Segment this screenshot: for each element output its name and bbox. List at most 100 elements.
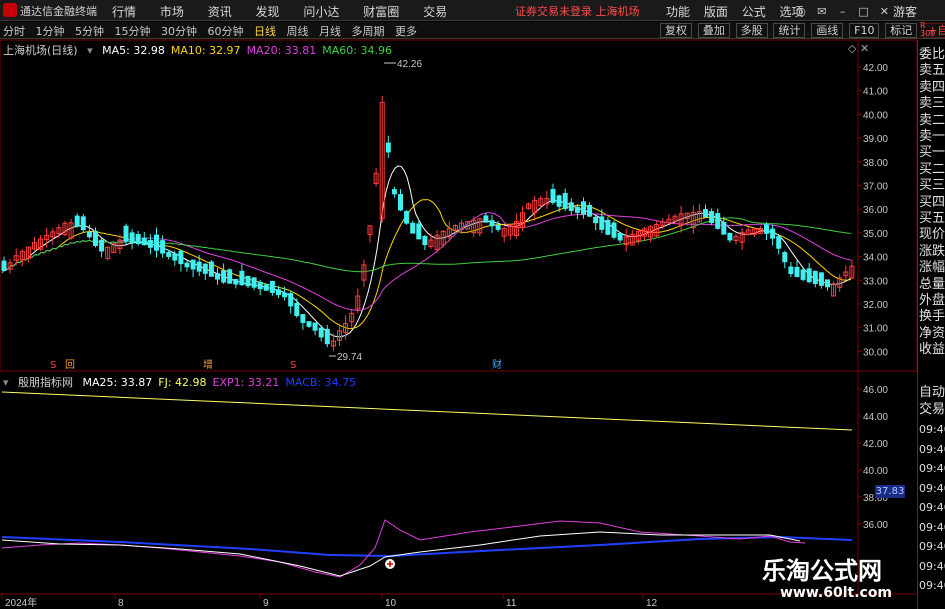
toolbar-button[interactable]: 统计 bbox=[773, 23, 806, 38]
period-tab[interactable]: 月线 bbox=[319, 23, 341, 39]
y-tick-label: 40.00 bbox=[863, 466, 888, 477]
minimize-icon[interactable]: – bbox=[837, 6, 849, 18]
menu-item[interactable]: 公式 bbox=[742, 3, 766, 20]
candle-body bbox=[599, 216, 605, 230]
candle-body bbox=[190, 259, 196, 270]
toolbar-button[interactable]: F10 bbox=[849, 23, 880, 38]
period-tab[interactable]: 60分钟 bbox=[208, 23, 244, 39]
candle-body bbox=[172, 253, 178, 261]
close-icon[interactable]: ✕ bbox=[878, 6, 890, 18]
toolbar-button[interactable]: 画线 bbox=[811, 23, 844, 38]
toolbar-button[interactable]: 叠加 bbox=[697, 23, 730, 38]
event-marker[interactable]: 财 bbox=[492, 358, 502, 371]
period-tab[interactable]: 1分钟 bbox=[36, 23, 65, 39]
main-menu: 行情 市场 资讯 发现 问小达 财富圈 交易 bbox=[112, 3, 467, 20]
y-tick-label: 46.00 bbox=[863, 385, 888, 396]
candle-body bbox=[239, 270, 245, 286]
candle-body bbox=[318, 327, 324, 338]
candle-body bbox=[593, 216, 599, 224]
mini-indicator: R 300 bbox=[920, 22, 935, 38]
period-tab[interactable]: 30分钟 bbox=[161, 23, 197, 39]
ma-legend-item: MA10: 32.97 bbox=[170, 44, 241, 57]
event-marker[interactable]: S bbox=[50, 360, 56, 371]
menu-item[interactable]: 市场 bbox=[160, 3, 184, 20]
y-tick-label: 32.00 bbox=[863, 300, 888, 311]
candle-body bbox=[276, 289, 281, 296]
y-tick-label: 31.00 bbox=[863, 324, 888, 335]
fj-line bbox=[1, 391, 853, 431]
x-tick-label: 11 bbox=[506, 598, 517, 609]
candle-body bbox=[404, 211, 410, 224]
moving-average-lines bbox=[1, 165, 852, 338]
ma-legend-item: MA5: 32.98 bbox=[102, 44, 165, 57]
candle-body bbox=[306, 321, 312, 327]
watermark-text: 乐淘公式网 bbox=[762, 557, 882, 585]
candle-body bbox=[160, 240, 166, 254]
candle-body bbox=[184, 262, 190, 268]
watermark-url: www.60lt.com bbox=[780, 585, 893, 601]
candle-body bbox=[300, 314, 306, 323]
y-tick-label: 44.00 bbox=[863, 412, 888, 423]
candle-body bbox=[562, 193, 568, 209]
ma-legend-item: MA20: 33.81 bbox=[246, 44, 317, 57]
quote-field: 卖五 bbox=[919, 63, 945, 79]
menu-item[interactable]: 问小达 bbox=[303, 3, 339, 20]
candle-body bbox=[770, 228, 776, 239]
quote-field: 卖一 bbox=[919, 129, 945, 144]
menu-item[interactable]: 发现 bbox=[256, 3, 280, 20]
event-marker[interactable]: 增 bbox=[203, 358, 213, 371]
x-tick-label: 2024年 bbox=[5, 596, 37, 609]
close-panel-icon[interactable]: ✕ bbox=[860, 42, 869, 55]
period-tab[interactable]: 多周期 bbox=[352, 23, 385, 39]
guest-label[interactable]: 游客 bbox=[893, 3, 917, 20]
event-marker[interactable]: 回 bbox=[65, 359, 75, 371]
menu-item[interactable]: 资讯 bbox=[208, 3, 232, 20]
candle-body bbox=[129, 232, 135, 243]
period-tab[interactable]: 5分钟 bbox=[75, 23, 104, 39]
side-tab[interactable]: 交易 bbox=[919, 401, 945, 419]
candle-body bbox=[1, 260, 7, 272]
y-tick-label: 41.00 bbox=[863, 87, 888, 98]
quote-field: 委比 bbox=[919, 47, 945, 62]
menu-item[interactable]: 行情 bbox=[112, 3, 136, 20]
period-tabs: 分时 1分钟 5分钟 15分钟 30分钟 60分钟 日线 周线 月线 多周期 更… bbox=[3, 23, 424, 39]
menu-item[interactable]: 交易 bbox=[423, 3, 447, 20]
candle-body bbox=[312, 322, 318, 331]
candle-body bbox=[568, 202, 574, 211]
period-tab[interactable]: 15分钟 bbox=[115, 23, 151, 39]
dropdown-icon[interactable]: ▾ bbox=[87, 44, 93, 57]
toolbar-button[interactable]: 标记 bbox=[885, 23, 918, 38]
period-tab-active[interactable]: 日线 bbox=[254, 23, 276, 39]
toolbar-button[interactable]: 多股 bbox=[735, 23, 768, 38]
candle-body bbox=[324, 328, 330, 345]
toolbar-button[interactable]: 复权 bbox=[660, 23, 692, 38]
candle-body bbox=[215, 273, 220, 280]
period-tab[interactable]: 分时 bbox=[3, 23, 25, 39]
login-status[interactable]: 证券交易未登录 上海机场 bbox=[515, 3, 640, 19]
app-logo-icon bbox=[3, 3, 17, 17]
period-tab[interactable]: 周线 bbox=[287, 23, 309, 39]
mail-icon[interactable]: ✉ bbox=[816, 6, 828, 18]
candle-body bbox=[495, 225, 501, 230]
menu-item[interactable]: 版面 bbox=[704, 3, 728, 20]
headset-icon[interactable]: ◎ bbox=[795, 6, 807, 18]
period-tab[interactable]: 更多 bbox=[395, 23, 417, 39]
candle-body bbox=[422, 235, 428, 246]
candle-body bbox=[416, 223, 422, 240]
side-tab[interactable]: 自动 bbox=[919, 384, 945, 402]
event-marker[interactable]: S bbox=[290, 360, 296, 371]
diamond-icon[interactable]: ◇ bbox=[848, 42, 856, 55]
candle-body bbox=[574, 206, 580, 213]
candle-body bbox=[202, 263, 208, 274]
menu-item[interactable]: 财富圈 bbox=[363, 3, 399, 20]
candle-body bbox=[154, 234, 159, 251]
candle-body bbox=[410, 222, 416, 234]
dropdown-icon[interactable]: ▾ bbox=[3, 376, 9, 389]
candle-body bbox=[727, 232, 733, 241]
menu-item[interactable]: 功能 bbox=[666, 3, 690, 20]
candle-body bbox=[141, 237, 147, 246]
maximize-icon[interactable]: □ bbox=[857, 6, 869, 18]
candlestick-series bbox=[1, 95, 855, 352]
quote-field: 买二 bbox=[919, 161, 945, 177]
period-toolbar: 分时 1分钟 5分钟 15分钟 30分钟 60分钟 日线 周线 月线 多周期 更… bbox=[0, 22, 945, 39]
